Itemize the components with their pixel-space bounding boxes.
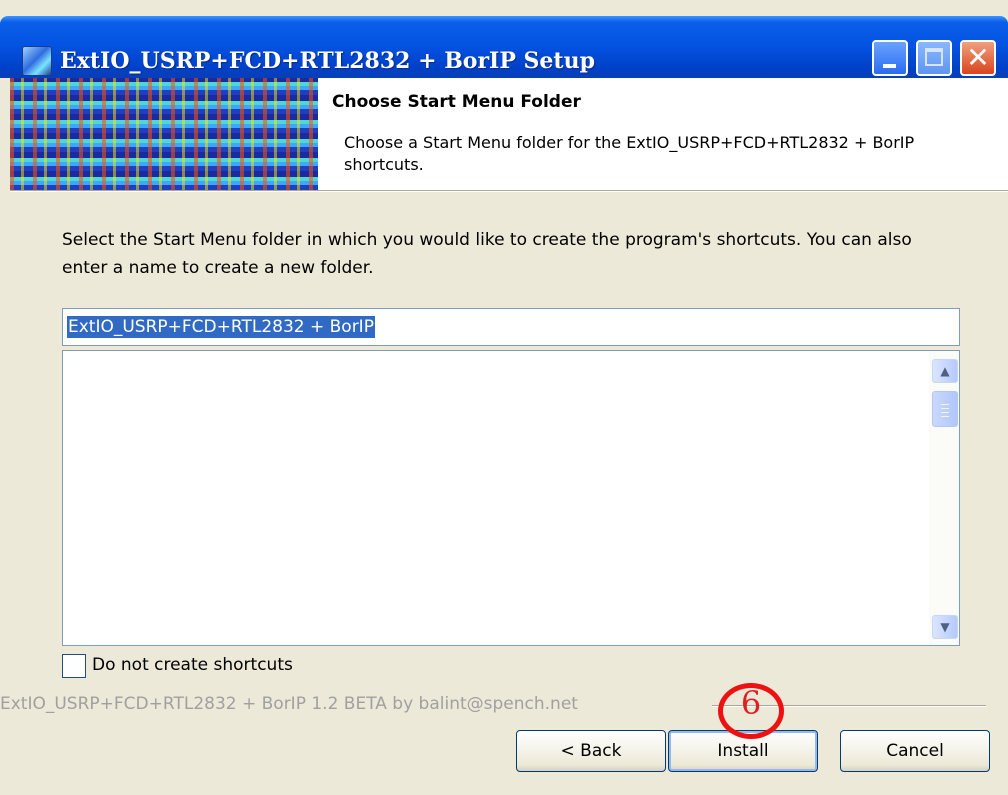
setup-window: ExtIO_USRP+FCD+RTL2832 + BorIP Setup ✕ C… bbox=[0, 0, 1008, 795]
minimize-button[interactable] bbox=[872, 40, 908, 76]
header-divider bbox=[10, 190, 1008, 192]
minimize-icon bbox=[883, 64, 896, 68]
start-menu-folder-list[interactable]: ▲ ▼ bbox=[62, 350, 960, 646]
no-shortcuts-label[interactable]: Do not create shortcuts bbox=[92, 655, 293, 675]
page-subtitle: Choose a Start Menu folder for the ExtIO… bbox=[344, 133, 915, 174]
installer-app-icon bbox=[22, 46, 52, 76]
maximize-icon bbox=[925, 48, 943, 66]
page-title: Choose Start Menu Folder bbox=[332, 92, 581, 112]
scroll-down-arrow-icon[interactable]: ▼ bbox=[932, 615, 958, 639]
maximize-button[interactable] bbox=[916, 40, 952, 76]
instructions-text: Select the Start Menu folder in which yo… bbox=[62, 230, 912, 278]
cancel-button[interactable]: Cancel bbox=[840, 730, 990, 772]
step-marker-number: 6 bbox=[740, 684, 762, 722]
scroll-thumb[interactable] bbox=[932, 391, 958, 427]
close-icon: ✕ bbox=[966, 41, 990, 74]
wizard-header: Choose Start Menu Folder Choose a Start … bbox=[10, 78, 1008, 190]
title-bar[interactable]: ExtIO_USRP+FCD+RTL2832 + BorIP Setup ✕ bbox=[0, 16, 1008, 78]
folder-list-scrollbar[interactable]: ▲ ▼ bbox=[929, 351, 959, 645]
close-button[interactable]: ✕ bbox=[960, 40, 996, 76]
installer-branding-text: ExtIO_USRP+FCD+RTL2832 + BorIP 1.2 BETA … bbox=[0, 694, 578, 714]
spectrum-banner-image bbox=[10, 78, 318, 190]
start-menu-folder-input[interactable]: ExtIO_USRP+FCD+RTL2832 + BorIP bbox=[62, 308, 960, 346]
folder-input-selected-text: ExtIO_USRP+FCD+RTL2832 + BorIP bbox=[67, 316, 375, 338]
window-title: ExtIO_USRP+FCD+RTL2832 + BorIP Setup bbox=[60, 48, 595, 74]
scroll-up-arrow-icon[interactable]: ▲ bbox=[932, 359, 958, 383]
no-shortcuts-checkbox[interactable] bbox=[62, 654, 86, 678]
back-button[interactable]: < Back bbox=[516, 730, 666, 772]
